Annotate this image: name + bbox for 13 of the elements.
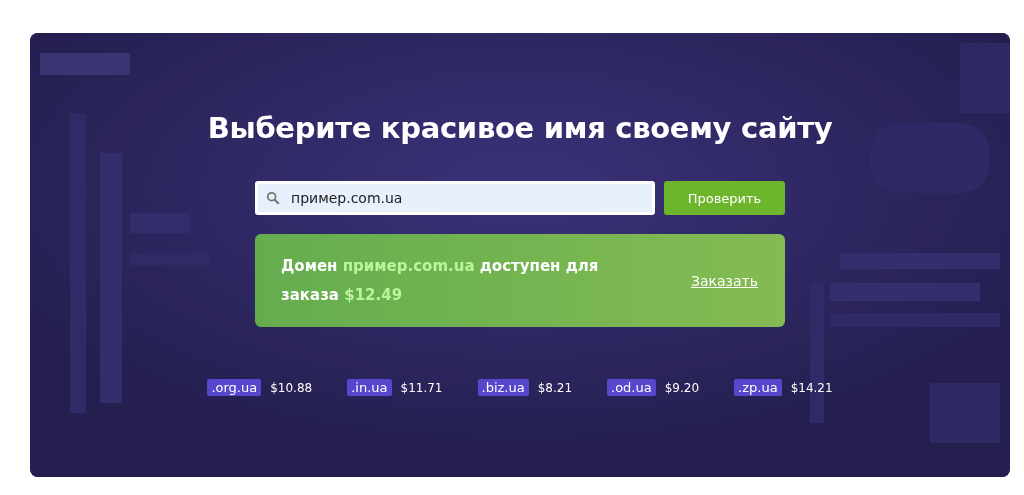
zone-price: $10.88 bbox=[270, 380, 313, 395]
availability-message: Домен пример.com.ua доступен для заказа $12.49 bbox=[281, 255, 600, 306]
zone-tag[interactable]: .od.ua bbox=[607, 379, 656, 396]
zone-tag[interactable]: .org.ua bbox=[207, 379, 262, 396]
zone-tag[interactable]: .biz.ua bbox=[477, 379, 529, 396]
zone-price: $11.71 bbox=[400, 380, 443, 395]
zone-tag[interactable]: .zp.ua bbox=[734, 379, 782, 396]
zone-tag[interactable]: .in.ua bbox=[347, 379, 392, 396]
zone-price: $8.21 bbox=[537, 380, 573, 395]
heading: Выберите красивое имя своему сайту bbox=[207, 110, 833, 147]
zone-price: $9.20 bbox=[664, 380, 700, 395]
domain-search-field[interactable]: пример.com.ua bbox=[255, 181, 655, 215]
zone-price: $14.21 bbox=[790, 380, 833, 395]
